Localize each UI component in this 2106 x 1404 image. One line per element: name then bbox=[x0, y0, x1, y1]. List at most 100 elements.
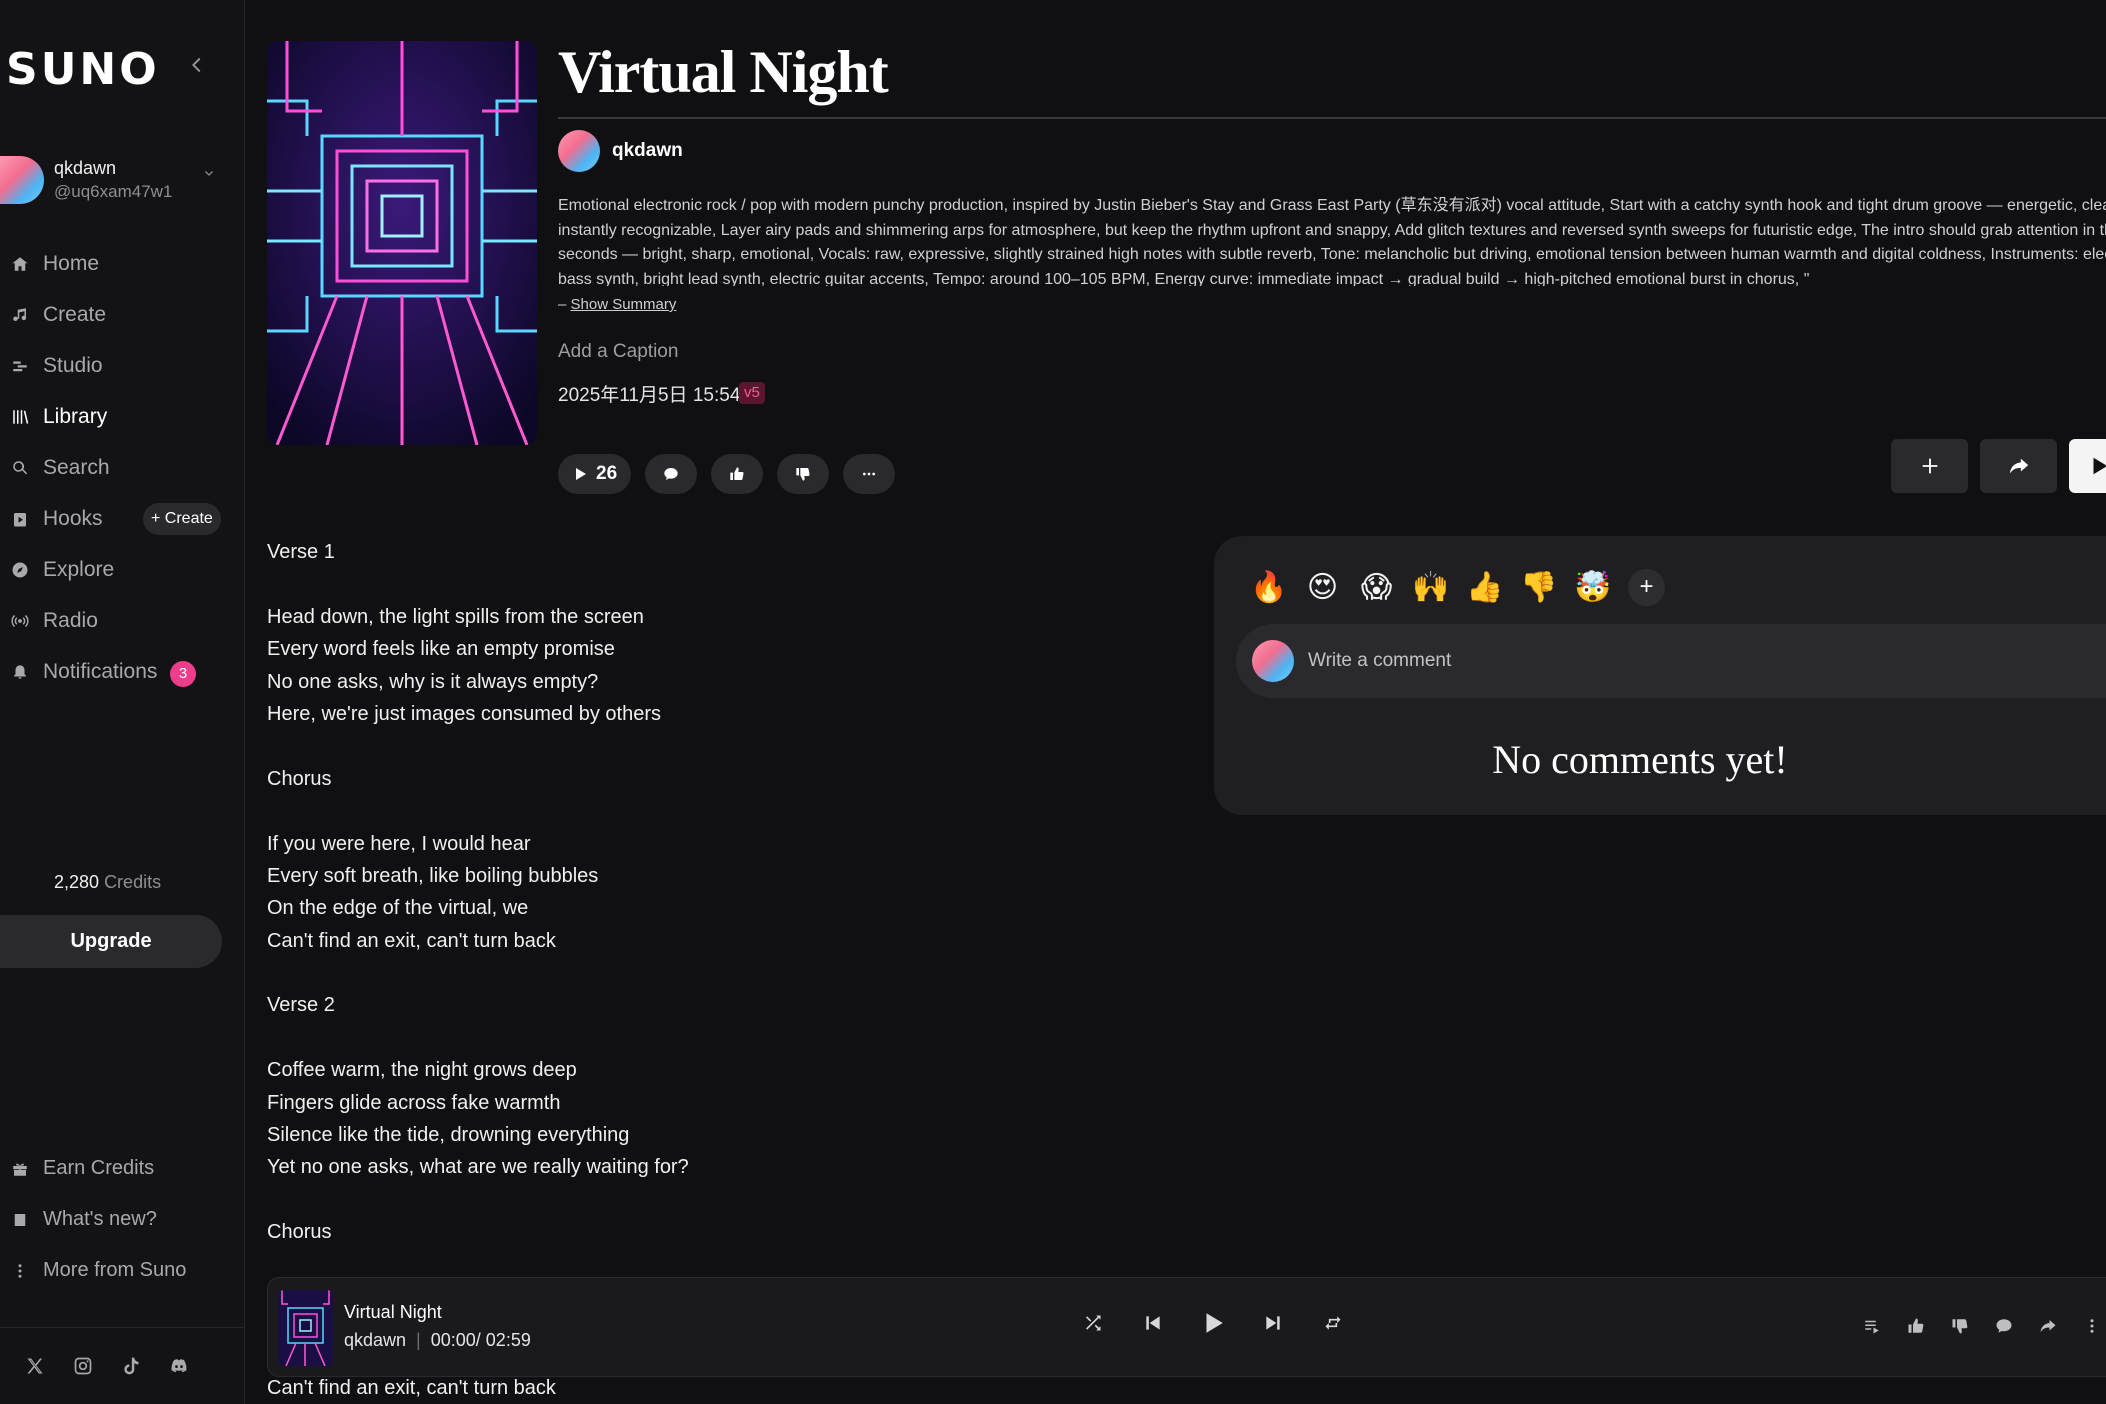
play-pause-icon[interactable] bbox=[1200, 1310, 1226, 1336]
nav-item-library[interactable]: Library bbox=[0, 391, 245, 442]
nav-item-notifications[interactable]: Notifications 3 bbox=[0, 646, 245, 697]
play-count-button[interactable]: 26 bbox=[558, 454, 632, 494]
nav-item-label: Notifications bbox=[43, 659, 158, 683]
play-song-button[interactable] bbox=[2069, 439, 2106, 493]
nav-item-explore[interactable]: Explore bbox=[0, 544, 245, 595]
song-cover-art[interactable] bbox=[267, 41, 537, 445]
show-summary-link[interactable]: Show Summary bbox=[571, 296, 677, 313]
artist-avatar[interactable] bbox=[558, 130, 600, 172]
tiktok-icon[interactable] bbox=[120, 1355, 142, 1377]
thumbs-up-icon[interactable] bbox=[1905, 1315, 1927, 1337]
fire-emoji-icon[interactable]: 🔥 bbox=[1250, 569, 1287, 606]
mind-blown-emoji-icon[interactable]: 🤯 bbox=[1574, 569, 1611, 606]
thumbs-down-emoji-icon[interactable]: 👎 bbox=[1520, 569, 1557, 606]
song-title: Virtual Night bbox=[558, 39, 889, 105]
thumbs-up-emoji-icon[interactable]: 👍 bbox=[1466, 569, 1503, 606]
upgrade-button[interactable]: Upgrade bbox=[0, 915, 222, 968]
nav-item-label: Hooks bbox=[43, 506, 103, 530]
user-name: qkdawn bbox=[54, 158, 117, 178]
user-menu[interactable]: qkdawn @uq6xam47w1 bbox=[0, 152, 230, 212]
show-summary: – Show Summary bbox=[558, 296, 676, 313]
comment-button[interactable] bbox=[645, 454, 698, 494]
player-controls bbox=[1080, 1310, 1346, 1336]
news-icon bbox=[10, 1210, 30, 1230]
lyric-line bbox=[267, 730, 967, 762]
notification-badge: 3 bbox=[170, 661, 196, 687]
nav-item-more-from-suno[interactable]: More from Suno bbox=[0, 1245, 245, 1296]
nav-item-home[interactable]: Home bbox=[0, 238, 245, 289]
thumbs-down-icon[interactable] bbox=[1949, 1315, 1971, 1337]
nav-item-radio[interactable]: Radio bbox=[0, 595, 245, 646]
nav-item-earn-credits[interactable]: Earn Credits bbox=[0, 1143, 245, 1194]
time-separator: / bbox=[475, 1330, 486, 1350]
comment-icon[interactable] bbox=[1993, 1315, 2015, 1337]
player-artist[interactable]: qkdawn bbox=[344, 1330, 406, 1350]
comment-input[interactable]: Write a comment bbox=[1236, 624, 2106, 698]
lyric-line: Chorus bbox=[267, 1221, 332, 1244]
hooks-create-button[interactable]: + Create bbox=[143, 503, 221, 535]
artist-name[interactable]: qkdawn bbox=[612, 140, 683, 162]
nav-item-label: More from Suno bbox=[43, 1259, 187, 1281]
more-vertical-icon[interactable] bbox=[2081, 1315, 2103, 1337]
repeat-icon[interactable] bbox=[1320, 1310, 1346, 1336]
music-note-icon bbox=[10, 305, 30, 325]
version-badge: v5 bbox=[739, 382, 765, 404]
radio-icon bbox=[10, 611, 30, 631]
instagram-icon[interactable] bbox=[72, 1355, 94, 1377]
lyric-line: Verse 1 bbox=[267, 541, 335, 563]
song-description: Emotional electronic rock / pop with mod… bbox=[558, 194, 2106, 286]
add-caption-field[interactable]: Add a Caption bbox=[558, 341, 678, 363]
avatar bbox=[0, 156, 44, 204]
lyric-line bbox=[267, 568, 967, 600]
previous-icon[interactable] bbox=[1140, 1310, 1166, 1336]
share-icon bbox=[2009, 458, 2028, 474]
more-options-button[interactable] bbox=[843, 454, 896, 494]
lyric-line: Head down, the light spills from the scr… bbox=[267, 605, 644, 628]
plus-icon bbox=[1922, 458, 1937, 474]
scream-emoji-icon[interactable]: 😱 bbox=[1358, 569, 1395, 606]
x-icon[interactable] bbox=[24, 1355, 46, 1377]
divider bbox=[558, 117, 2106, 119]
main-nav: Home Create Studio Library Search Hooks … bbox=[0, 238, 245, 697]
shuffle-icon[interactable] bbox=[1080, 1310, 1106, 1336]
discord-icon[interactable] bbox=[168, 1355, 190, 1377]
sidebar-footer-nav: Earn Credits What's new? More from Suno bbox=[0, 1143, 245, 1296]
comment-placeholder: Write a comment bbox=[1308, 650, 1452, 671]
sidebar: SUNO qkdawn @uq6xam47w1 Home Create Stud… bbox=[0, 0, 245, 1404]
player-song-title[interactable]: Virtual Night bbox=[344, 1302, 442, 1323]
social-links bbox=[24, 1355, 190, 1377]
show-summary-prefix: – bbox=[558, 296, 571, 313]
suno-logo[interactable]: SUNO bbox=[6, 44, 160, 95]
add-to-playlist-button[interactable] bbox=[1891, 439, 1968, 493]
heart-eyes-emoji-icon[interactable]: 😍 bbox=[1304, 569, 1341, 606]
play-icon bbox=[2093, 457, 2106, 475]
nav-item-studio[interactable]: Studio bbox=[0, 340, 245, 391]
nav-item-hooks[interactable]: Hooks + Create bbox=[0, 493, 245, 544]
lyric-line: Can't find an exit, can't turn back bbox=[267, 929, 556, 952]
lyric-line: Can't find an exit, can't turn back bbox=[267, 1377, 556, 1399]
dislike-button[interactable] bbox=[777, 454, 830, 494]
player-cover-art[interactable] bbox=[278, 1290, 333, 1366]
share-icon[interactable] bbox=[2037, 1315, 2059, 1337]
raised-hands-emoji-icon[interactable]: 🙌 bbox=[1412, 569, 1449, 606]
add-reaction-icon[interactable]: + bbox=[1628, 569, 1665, 606]
nav-item-search[interactable]: Search bbox=[0, 442, 245, 493]
song-date: 2025年11月5日 15:54 bbox=[558, 385, 741, 406]
collapse-sidebar-icon[interactable] bbox=[186, 54, 208, 76]
like-button[interactable] bbox=[711, 454, 764, 494]
next-icon[interactable] bbox=[1260, 1310, 1286, 1336]
nav-item-label: What's new? bbox=[43, 1208, 157, 1230]
nav-item-whats-new[interactable]: What's new? bbox=[0, 1194, 245, 1245]
chevron-down-icon bbox=[203, 166, 215, 182]
more-vertical-icon bbox=[10, 1261, 30, 1281]
player-meta: qkdawn | 00:00/ 02:59 bbox=[344, 1330, 531, 1351]
comment-icon bbox=[664, 468, 678, 480]
gift-icon bbox=[10, 1159, 30, 1179]
search-icon bbox=[10, 458, 30, 478]
nav-item-label: Explore bbox=[43, 557, 115, 581]
nav-item-create[interactable]: Create bbox=[0, 289, 245, 340]
play-icon bbox=[576, 468, 586, 480]
nav-item-label: Create bbox=[43, 302, 107, 326]
share-button[interactable] bbox=[1980, 439, 2057, 493]
queue-icon[interactable] bbox=[1861, 1315, 1883, 1337]
